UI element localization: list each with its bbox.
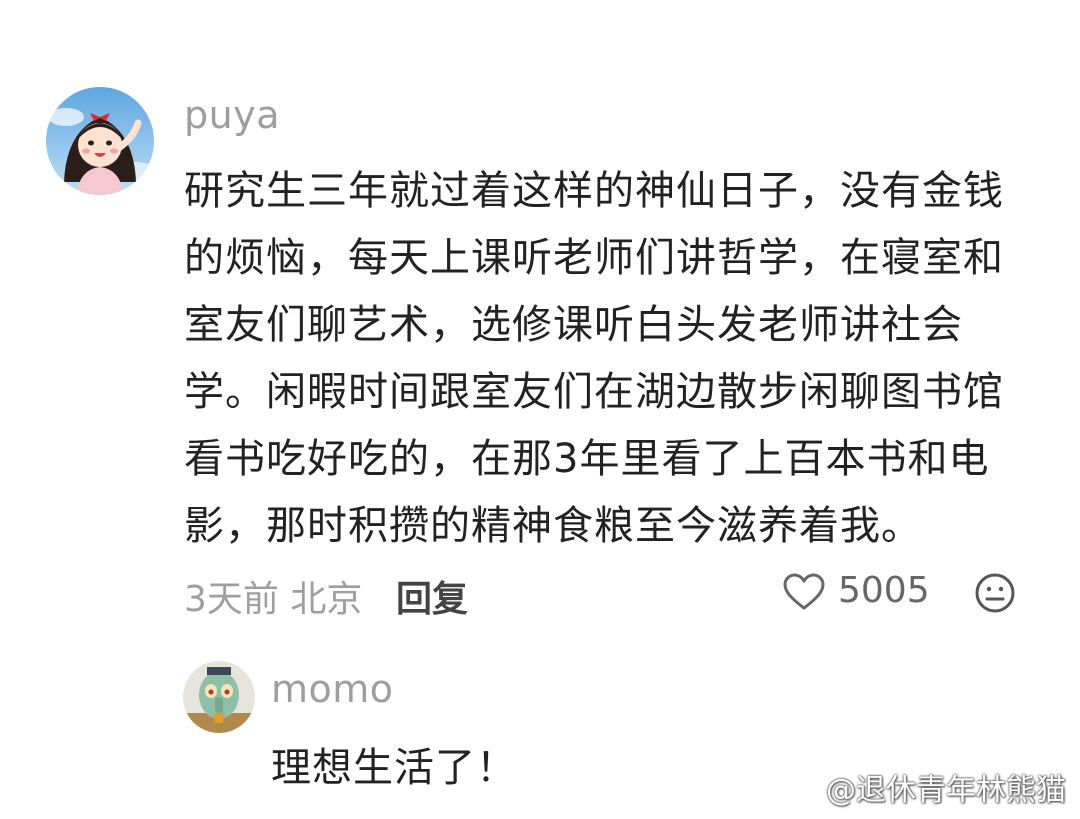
avatar-puya[interactable]: [46, 87, 154, 195]
reply-button[interactable]: 回复: [396, 570, 468, 622]
watermark: @退休青年林熊猫: [774, 767, 1066, 808]
reply-username[interactable]: momo: [271, 667, 394, 711]
reply-text: 理想生活了！: [271, 745, 517, 791]
avatar-momo[interactable]: [183, 661, 255, 733]
avatar-squidward-image: [183, 661, 255, 733]
heart-outline-icon[interactable]: [782, 572, 826, 612]
comment-time-location: 3天前 北京: [184, 579, 363, 620]
comment-item: puya 研究生三年就过着这样的神仙日子，没有金钱 的烦恼，每天上课听老师们讲哲…: [0, 0, 1080, 819]
comment-text: 研究生三年就过着这样的神仙日子，没有金钱 的烦恼，每天上课听老师们讲哲学，在寝室…: [184, 168, 1004, 549]
emoji-face-icon[interactable]: [974, 572, 1016, 614]
like-count: 5005: [838, 570, 930, 611]
weibo-logo-icon: [774, 769, 820, 805]
avatar-girl-image: [46, 87, 154, 195]
watermark-text: @退休青年林熊猫: [826, 773, 1066, 808]
comment-meta-row: 3天前 北京 回复 5005: [184, 568, 1034, 620]
comment-username[interactable]: puya: [184, 93, 280, 137]
